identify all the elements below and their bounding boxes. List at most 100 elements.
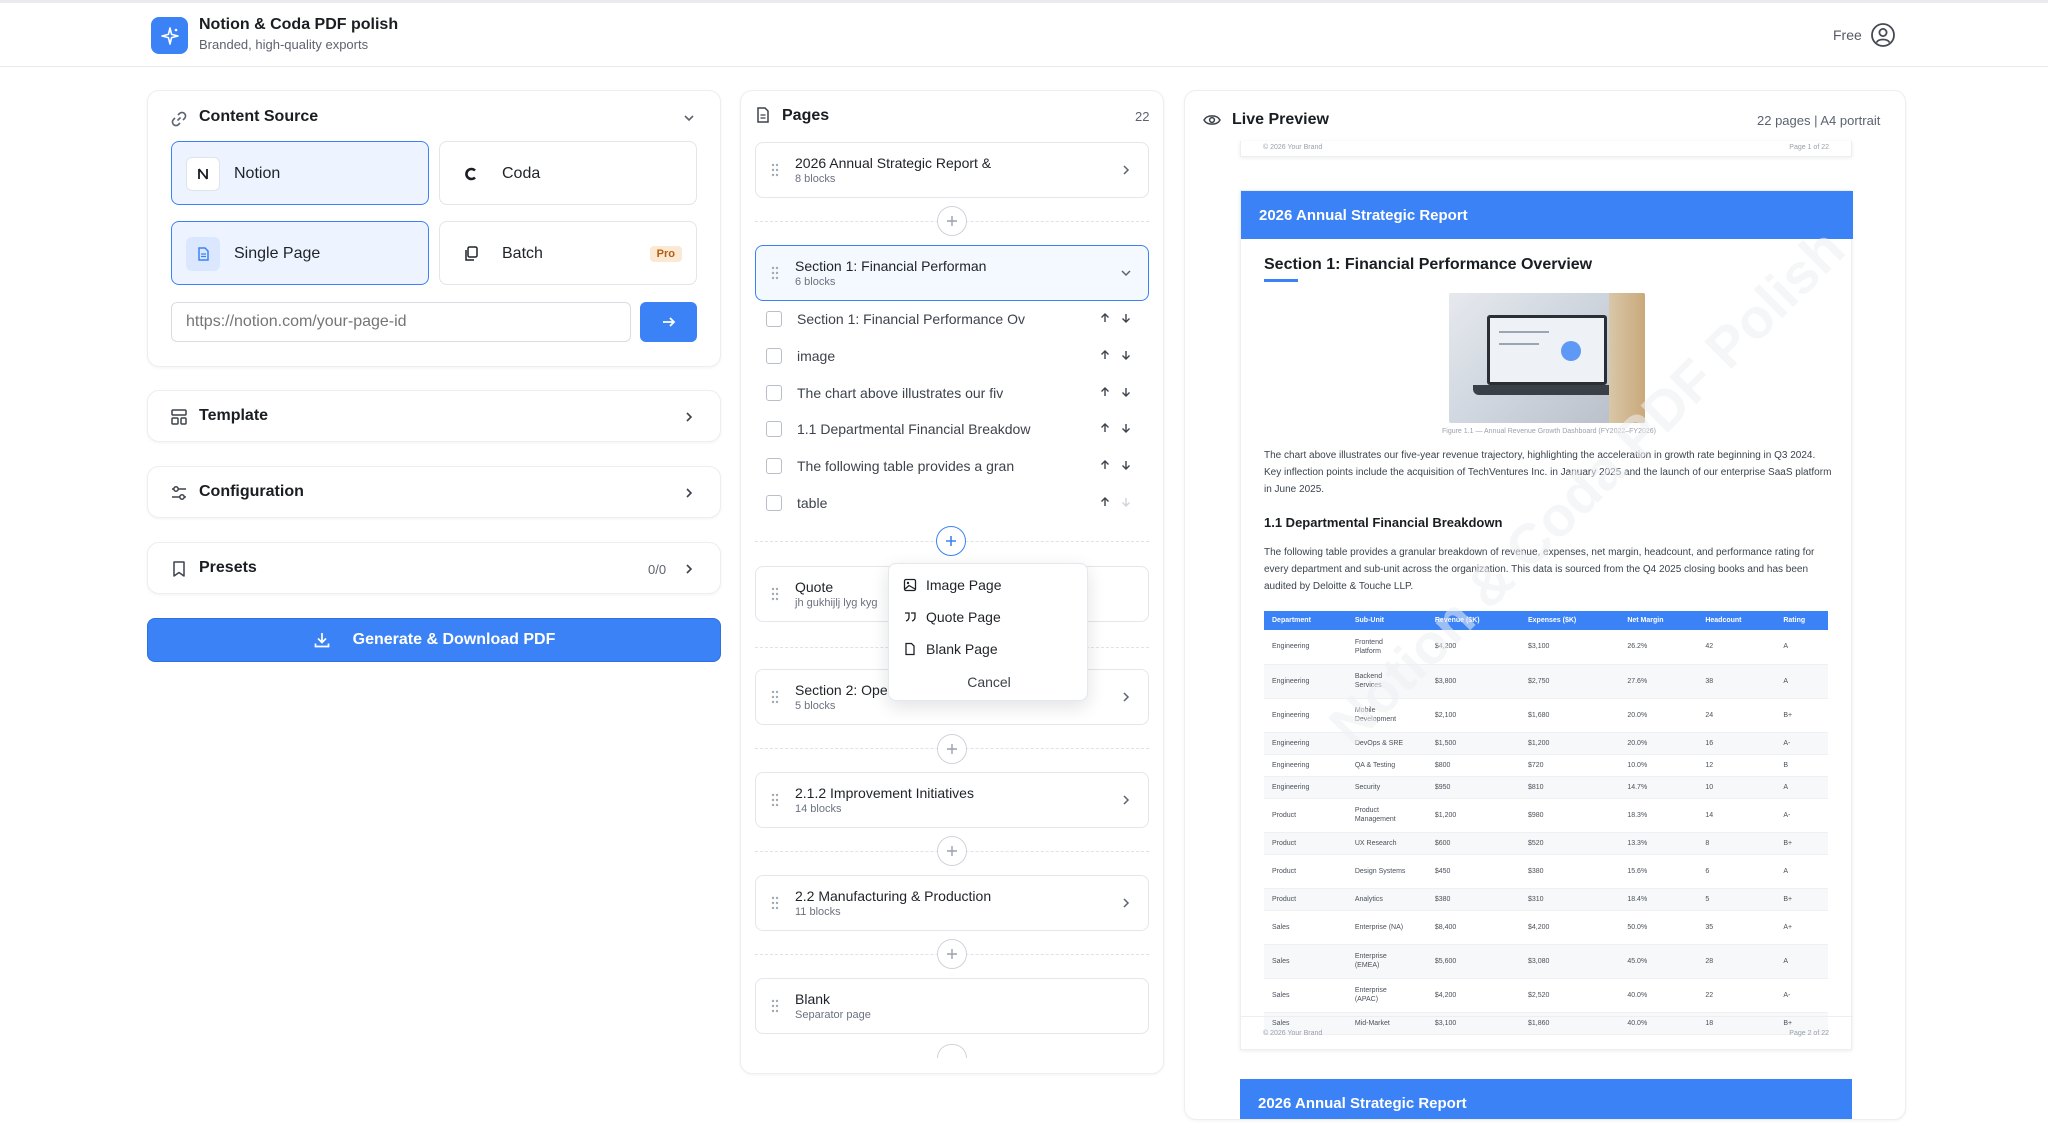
- drag-handle-icon[interactable]: [771, 690, 779, 704]
- insert-page-button[interactable]: [937, 939, 967, 969]
- page-url-input[interactable]: [171, 302, 631, 342]
- menu-item-quote-page[interactable]: Quote Page: [903, 605, 1001, 629]
- drag-handle-icon[interactable]: [771, 587, 779, 601]
- page-item[interactable]: 2.2 Manufacturing & Production 11 blocks: [755, 875, 1149, 931]
- block-checkbox[interactable]: [766, 421, 782, 437]
- arrow-up-icon[interactable]: [1099, 349, 1111, 361]
- chevron-right-icon: [682, 486, 696, 500]
- arrow-down-icon[interactable]: [1120, 349, 1132, 361]
- configuration-title: Configuration: [199, 483, 304, 500]
- presets-card[interactable]: Presets 0/0: [147, 542, 721, 594]
- table-header-row: Department Sub-Unit Revenue ($K) Expense…: [1264, 611, 1828, 630]
- fetch-url-button[interactable]: [640, 302, 697, 342]
- chevron-right-icon[interactable]: [1120, 897, 1132, 909]
- block-checkbox[interactable]: [766, 348, 782, 364]
- chevron-right-icon[interactable]: [1120, 164, 1132, 176]
- page-item-title: Section 1: Financial Performan: [795, 258, 987, 274]
- drag-handle-icon[interactable]: [771, 896, 779, 910]
- table-cell: $3,080: [1519, 944, 1620, 979]
- drag-handle-icon[interactable]: [771, 266, 779, 280]
- menu-item-blank-page[interactable]: Blank Page: [903, 637, 998, 661]
- block-title: The following table provides a gran: [797, 458, 1015, 474]
- configuration-card[interactable]: Configuration: [147, 466, 721, 518]
- mode-batch-button[interactable]: Batch Pro: [439, 221, 697, 285]
- block-title: 1.1 Departmental Financial Breakdow: [797, 421, 1031, 437]
- menu-cancel-button[interactable]: Cancel: [889, 674, 1089, 690]
- generate-download-button[interactable]: Generate & Download PDF: [147, 618, 721, 662]
- block-checkbox[interactable]: [766, 385, 782, 401]
- table-cell: 22: [1697, 978, 1776, 1013]
- chevron-right-icon[interactable]: [1120, 794, 1132, 806]
- user-account-icon[interactable]: [1870, 22, 1896, 48]
- table-cell: A-: [1775, 798, 1828, 833]
- source-notion-button[interactable]: Notion: [171, 141, 429, 205]
- table-cell: 12: [1697, 754, 1776, 777]
- block-row: 1.1 Departmental Financial Breakdow: [766, 413, 1141, 443]
- table-cell: Sales: [1264, 944, 1347, 979]
- table-cell: Engineering: [1264, 732, 1347, 755]
- table-cell: Enterprise (APAC): [1346, 978, 1427, 1013]
- insert-page-button[interactable]: [937, 836, 967, 866]
- arrow-up-icon[interactable]: [1099, 496, 1111, 508]
- table-cell: A: [1775, 776, 1828, 799]
- drag-handle-icon[interactable]: [771, 999, 779, 1013]
- mode-single-page-label: Single Page: [234, 245, 321, 262]
- page-item[interactable]: 2026 Annual Strategic Report & 8 blocks: [755, 142, 1149, 198]
- table-cell: $2,520: [1519, 978, 1620, 1013]
- arrow-down-icon[interactable]: [1120, 422, 1132, 434]
- mode-single-page-button[interactable]: Single Page: [171, 221, 429, 285]
- table-cell: Analytics: [1346, 888, 1427, 911]
- insert-page-button-active[interactable]: [936, 526, 966, 556]
- chevron-down-icon[interactable]: [682, 111, 696, 125]
- table-cell: 6: [1697, 854, 1776, 889]
- block-checkbox[interactable]: [766, 311, 782, 327]
- arrow-up-icon[interactable]: [1099, 386, 1111, 398]
- menu-item-image-page[interactable]: Image Page: [903, 573, 1002, 597]
- arrow-up-icon[interactable]: [1099, 459, 1111, 471]
- table-cell: 10.0%: [1619, 754, 1698, 777]
- arrow-right-icon: [662, 317, 675, 327]
- arrow-down-icon[interactable]: [1120, 312, 1132, 324]
- table-cell: Enterprise (NA): [1346, 910, 1427, 945]
- table-cell: 5: [1697, 888, 1776, 911]
- page-item-expanded[interactable]: Section 1: Financial Performan 6 blocks: [755, 245, 1149, 301]
- menu-item-label: Quote Page: [926, 609, 1001, 625]
- table-cell: $1,200: [1426, 798, 1520, 833]
- insert-page-button[interactable]: [937, 206, 967, 236]
- table-cell: 42: [1697, 630, 1776, 665]
- block-checkbox[interactable]: [766, 458, 782, 474]
- arrow-down-icon[interactable]: [1120, 459, 1132, 471]
- insert-page-button[interactable]: [937, 734, 967, 764]
- arrow-down-icon[interactable]: [1120, 386, 1132, 398]
- app-title: Notion & Coda PDF polish: [199, 16, 399, 33]
- page-item-subtitle: 5 blocks: [795, 700, 836, 712]
- source-coda-button[interactable]: Coda: [439, 141, 697, 205]
- chevron-right-icon[interactable]: [1120, 691, 1132, 703]
- table-cell: 50.0%: [1619, 910, 1698, 945]
- arrow-up-icon[interactable]: [1099, 422, 1111, 434]
- block-checkbox[interactable]: [766, 495, 782, 511]
- plus-icon: [946, 536, 956, 546]
- table-cell: 20.0%: [1619, 698, 1698, 733]
- page-item[interactable]: Blank Separator page: [755, 978, 1149, 1034]
- table-cell: Enterprise (EMEA): [1346, 944, 1427, 979]
- preview-meta: 22 pages | A4 portrait: [1757, 113, 1881, 128]
- chevron-right-icon: [682, 562, 696, 576]
- menu-item-label: Blank Page: [926, 641, 998, 657]
- table-header: Headcount: [1697, 611, 1776, 630]
- page-item[interactable]: 2.1.2 Improvement Initiatives 14 blocks: [755, 772, 1149, 828]
- template-card[interactable]: Template: [147, 390, 721, 442]
- chevron-down-icon[interactable]: [1120, 267, 1132, 279]
- arrow-up-icon[interactable]: [1099, 312, 1111, 324]
- file-icon: [905, 642, 915, 656]
- table-cell: Product: [1264, 798, 1347, 833]
- live-preview-title: Live Preview: [1232, 111, 1329, 128]
- page-item-subtitle: Separator page: [795, 1009, 871, 1021]
- table-cell: B+: [1775, 832, 1828, 855]
- drag-handle-icon[interactable]: [771, 163, 779, 177]
- plus-icon: [947, 216, 957, 226]
- live-preview-card: Live Preview 22 pages | A4 portrait © 20…: [1184, 90, 1906, 1120]
- page-header-band: 2026 Annual Strategic Report: [1241, 191, 1853, 239]
- page-item-title: 2.2 Manufacturing & Production: [795, 888, 992, 904]
- drag-handle-icon[interactable]: [771, 793, 779, 807]
